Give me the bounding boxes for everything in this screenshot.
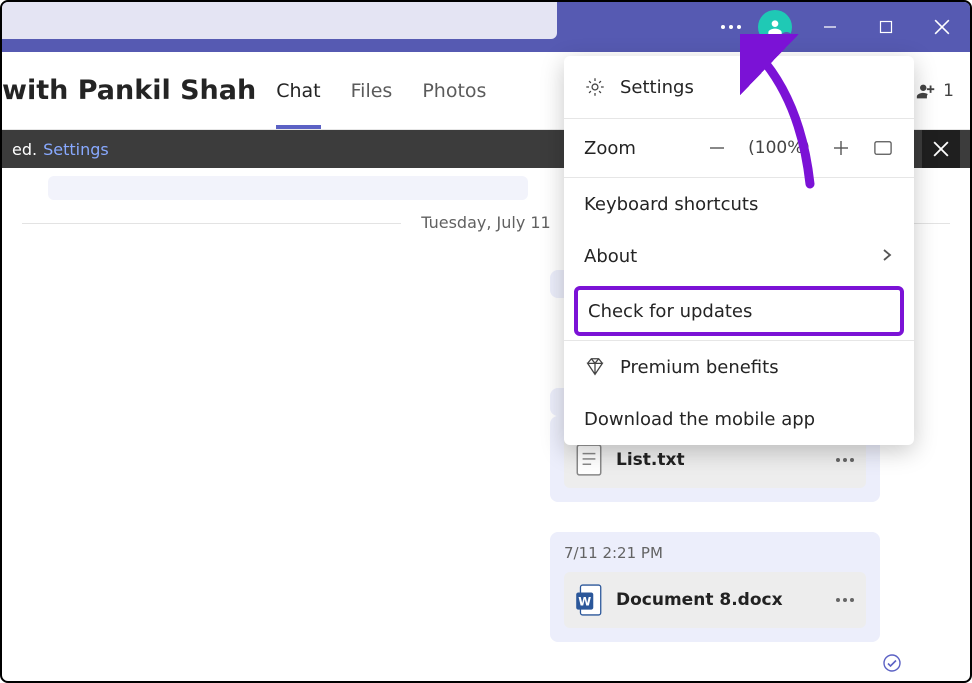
menu-premium-benefits[interactable]: Premium benefits bbox=[564, 341, 914, 393]
text-file-icon bbox=[576, 444, 602, 476]
banner-close-button[interactable] bbox=[922, 130, 960, 168]
app-window: with Pankil Shah Chat Files Photos 1 ed.… bbox=[0, 0, 972, 683]
tab-chat[interactable]: Chat bbox=[276, 52, 320, 129]
tab-photos[interactable]: Photos bbox=[422, 52, 486, 129]
sent-status-icon bbox=[882, 653, 902, 677]
menu-premium-label: Premium benefits bbox=[620, 357, 779, 378]
participants-button[interactable]: 1 bbox=[915, 80, 960, 102]
date-separator-label: Tuesday, July 11 bbox=[401, 213, 570, 232]
presence-badge bbox=[780, 32, 793, 45]
svg-text:W: W bbox=[578, 594, 591, 608]
menu-download-app-label: Download the mobile app bbox=[584, 409, 815, 430]
ellipsis-icon bbox=[721, 25, 741, 29]
title-bar-controls bbox=[708, 2, 970, 52]
word-file-icon: W bbox=[576, 584, 602, 616]
search-box[interactable] bbox=[2, 2, 557, 39]
gear-icon bbox=[584, 76, 606, 98]
menu-check-for-updates-label: Check for updates bbox=[588, 301, 752, 322]
menu-settings-label: Settings bbox=[620, 77, 694, 98]
zoom-in-button[interactable] bbox=[830, 137, 852, 159]
zoom-out-button[interactable] bbox=[706, 137, 728, 159]
profile-avatar[interactable] bbox=[758, 10, 792, 44]
more-options-button[interactable] bbox=[708, 2, 754, 52]
menu-zoom-row: Zoom (100%) bbox=[564, 119, 914, 177]
people-add-icon bbox=[915, 80, 937, 102]
message-bubble: 7/11 2:21 PM W Document 8.docx bbox=[550, 532, 880, 642]
tab-bar: Chat Files Photos bbox=[276, 52, 486, 129]
fullscreen-button[interactable] bbox=[872, 137, 894, 159]
file-name: Document 8.docx bbox=[616, 590, 822, 610]
message-timestamp: 7/11 2:21 PM bbox=[564, 544, 866, 562]
zoom-percentage: (100%) bbox=[748, 138, 810, 158]
tab-files[interactable]: Files bbox=[351, 52, 393, 129]
participants-count: 1 bbox=[943, 81, 954, 101]
file-more-options[interactable] bbox=[836, 598, 854, 602]
menu-keyboard-shortcuts-label: Keyboard shortcuts bbox=[584, 194, 758, 215]
zoom-label: Zoom bbox=[584, 138, 636, 159]
chevron-right-icon bbox=[880, 246, 894, 267]
banner-text: ed. bbox=[12, 140, 37, 159]
menu-about[interactable]: About bbox=[564, 230, 914, 282]
more-options-menu: Settings Zoom (100%) Keyboard shortcuts … bbox=[564, 56, 914, 445]
file-name: List.txt bbox=[616, 450, 822, 470]
menu-settings[interactable]: Settings bbox=[564, 56, 914, 118]
close-window-button[interactable] bbox=[914, 2, 970, 52]
diamond-icon bbox=[584, 356, 606, 378]
minimize-button[interactable] bbox=[802, 2, 858, 52]
message-bubble bbox=[48, 176, 528, 200]
file-more-options[interactable] bbox=[836, 458, 854, 462]
file-attachment[interactable]: W Document 8.docx bbox=[564, 572, 866, 628]
menu-download-mobile-app[interactable]: Download the mobile app bbox=[564, 393, 914, 445]
chat-title: with Pankil Shah bbox=[2, 75, 256, 106]
title-bar bbox=[2, 2, 970, 52]
menu-check-for-updates[interactable]: Check for updates bbox=[574, 286, 904, 336]
banner-settings-link[interactable]: Settings bbox=[43, 140, 109, 159]
maximize-button[interactable] bbox=[858, 2, 914, 52]
menu-keyboard-shortcuts[interactable]: Keyboard shortcuts bbox=[564, 178, 914, 230]
menu-about-label: About bbox=[584, 246, 637, 267]
